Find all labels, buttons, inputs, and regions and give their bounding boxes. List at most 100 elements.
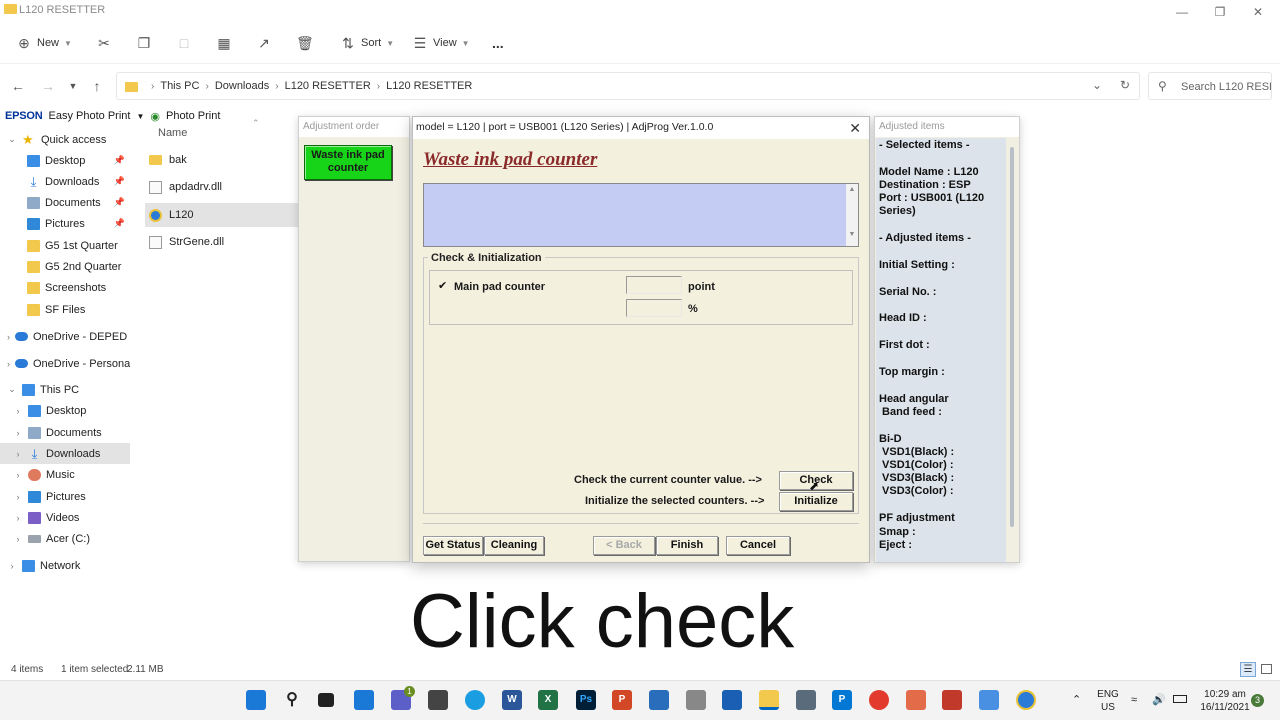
- initialize-button[interactable]: Initialize: [779, 492, 853, 511]
- column-header-name[interactable]: Name: [158, 127, 187, 139]
- microphone-icon[interactable]: [686, 690, 706, 710]
- breadcrumb-downloads[interactable]: Downloads: [215, 80, 269, 92]
- battery-icon[interactable]: [1173, 695, 1187, 703]
- widgets-icon[interactable]: [354, 690, 374, 710]
- main-pad-checkbox[interactable]: ✔: [438, 281, 449, 292]
- nav-pc-documents[interactable]: › Documents: [0, 422, 130, 443]
- message-scrollbar[interactable]: ▲ ▼: [846, 184, 858, 246]
- edge-icon[interactable]: [465, 690, 485, 710]
- chevron-right-icon: ›: [16, 512, 20, 523]
- forward-arrow-icon[interactable]: →: [38, 76, 58, 96]
- calculator-icon[interactable]: [796, 690, 816, 710]
- nav-item-documents[interactable]: Documents 📌: [0, 192, 130, 213]
- finish-button[interactable]: Finish: [656, 536, 718, 555]
- address-dropdown-icon[interactable]: ⌄: [1089, 78, 1105, 94]
- close-window-button[interactable]: ✕: [1238, 0, 1278, 24]
- nav-pc-pictures[interactable]: › Pictures: [0, 486, 130, 507]
- up-arrow-icon[interactable]: ↑: [87, 76, 107, 96]
- nav-pc-downloads[interactable]: › ⤓ Downloads: [0, 443, 130, 464]
- breadcrumb-this-pc[interactable]: This PC: [160, 80, 199, 92]
- language-indicator[interactable]: ENG US: [1096, 688, 1120, 714]
- sort-button[interactable]: ⇅ Sort ▼: [340, 32, 394, 54]
- nav-network[interactable]: › Network: [0, 555, 130, 576]
- view-button[interactable]: ☰ View ▼: [412, 32, 470, 54]
- camera-icon[interactable]: [428, 690, 448, 710]
- new-button[interactable]: ⊕ New ▼: [16, 32, 72, 54]
- publisher-icon[interactable]: P: [832, 690, 852, 710]
- nav-item-pictures[interactable]: Pictures 📌: [0, 213, 130, 234]
- nav-pc-desktop[interactable]: › Desktop: [0, 400, 130, 421]
- navigation-row: ← → ▼ ↑ › This PC › Downloads › L120 RES…: [0, 68, 1280, 104]
- adjprog-icon[interactable]: [1016, 690, 1036, 710]
- file-explorer-icon[interactable]: [759, 690, 779, 710]
- store-icon[interactable]: [722, 690, 742, 710]
- cancel-button[interactable]: Cancel: [726, 536, 790, 555]
- nav-item-sf-files[interactable]: SF Files: [0, 299, 130, 320]
- screen-recorder-icon[interactable]: [869, 690, 889, 710]
- back-button[interactable]: < Back: [593, 536, 655, 555]
- delete-button[interactable]: 🗑: [296, 32, 314, 54]
- rename-button[interactable]: ▦: [216, 32, 232, 54]
- clock-time: 10:29 am: [1204, 689, 1246, 700]
- file-row-bak[interactable]: bak: [145, 148, 300, 172]
- app-icon[interactable]: [942, 690, 962, 710]
- word-icon[interactable]: W: [502, 690, 522, 710]
- dialog-close-icon[interactable]: ✕: [849, 120, 861, 137]
- maximize-button[interactable]: ❐: [1200, 0, 1240, 24]
- epson-logo: EPSON: [5, 110, 43, 122]
- nav-onedrive-deped[interactable]: › OneDrive - DEPED RE: [0, 326, 130, 347]
- copy-button[interactable]: ❐: [136, 32, 152, 54]
- language-code: ENG: [1097, 689, 1119, 700]
- device-icon[interactable]: [979, 690, 999, 710]
- paste-button[interactable]: □: [176, 32, 192, 54]
- get-status-button[interactable]: Get Status: [423, 536, 483, 555]
- tiles-view-icon[interactable]: [1261, 664, 1272, 674]
- scroll-down-icon[interactable]: ▼: [846, 231, 858, 238]
- pdf-icon[interactable]: [906, 690, 926, 710]
- scroll-up-icon[interactable]: ▲: [846, 186, 858, 193]
- nav-item-g5-2nd-quarter[interactable]: G5 2nd Quarter: [0, 256, 130, 277]
- file-row-apdadrv[interactable]: apdadrv.dll: [145, 175, 300, 199]
- windows-start-icon[interactable]: [246, 690, 266, 710]
- file-row-l120[interactable]: L120: [145, 203, 300, 227]
- nav-pc-music[interactable]: › Music: [0, 464, 130, 485]
- file-row-strgene[interactable]: StrGene.dll: [145, 230, 300, 254]
- search-input[interactable]: ⚲ Search L120 RESET...: [1148, 72, 1272, 100]
- details-view-icon[interactable]: ☰: [1240, 662, 1256, 677]
- cut-button[interactable]: ✂: [96, 32, 112, 54]
- easy-photo-print-button[interactable]: Easy Photo Print: [49, 110, 131, 122]
- refresh-icon[interactable]: ↻: [1117, 78, 1133, 94]
- nav-item-screenshots[interactable]: Screenshots: [0, 277, 130, 298]
- search-icon[interactable]: ⚲: [282, 690, 302, 710]
- recent-chevron-icon[interactable]: ▼: [63, 76, 83, 96]
- cleaning-button[interactable]: Cleaning: [484, 536, 544, 555]
- notification-badge[interactable]: 3: [1251, 694, 1264, 707]
- breadcrumb-l120-resetter[interactable]: L120 RESETTER: [285, 80, 371, 92]
- volume-icon[interactable]: 🔊: [1152, 694, 1166, 707]
- wifi-icon[interactable]: ≈: [1131, 694, 1137, 707]
- task-view-icon[interactable]: [318, 693, 334, 707]
- waste-ink-pad-counter-button[interactable]: Waste ink pad counter: [304, 145, 392, 180]
- nav-item-desktop[interactable]: Desktop 📌: [0, 150, 130, 171]
- nav-quick-access[interactable]: ⌄ ★ Quick access: [0, 129, 130, 150]
- breadcrumb-l120-resetter-sub[interactable]: L120 RESETTER: [386, 80, 472, 92]
- nav-pc-drive-c[interactable]: › Acer (C:): [0, 528, 130, 549]
- nav-this-pc[interactable]: ⌄ This PC: [0, 379, 130, 400]
- nav-pc-videos[interactable]: › Videos: [0, 507, 130, 528]
- clock[interactable]: 10:29 am 16/11/2021: [1196, 688, 1254, 714]
- chevron-right-icon: ›: [275, 80, 279, 92]
- nav-item-g5-1st-quarter[interactable]: G5 1st Quarter: [0, 235, 130, 256]
- more-options-button[interactable]: ...: [492, 32, 504, 54]
- back-arrow-icon[interactable]: ←: [8, 76, 28, 96]
- chevron-up-icon[interactable]: ⌃: [1072, 694, 1081, 707]
- nav-item-downloads[interactable]: ⤓ Downloads 📌: [0, 171, 130, 192]
- photoshop-icon[interactable]: Ps: [576, 690, 596, 710]
- nav-onedrive-personal[interactable]: › OneDrive - Personal: [0, 353, 130, 374]
- address-bar[interactable]: › This PC › Downloads › L120 RESETTER › …: [116, 72, 1140, 100]
- share-button[interactable]: ↗: [256, 32, 272, 54]
- minimize-button[interactable]: —: [1162, 0, 1202, 24]
- excel-icon[interactable]: X: [538, 690, 558, 710]
- powerpoint-icon[interactable]: P: [612, 690, 632, 710]
- photos-icon[interactable]: [649, 690, 669, 710]
- adjusted-items-scrollbar[interactable]: [1010, 147, 1014, 527]
